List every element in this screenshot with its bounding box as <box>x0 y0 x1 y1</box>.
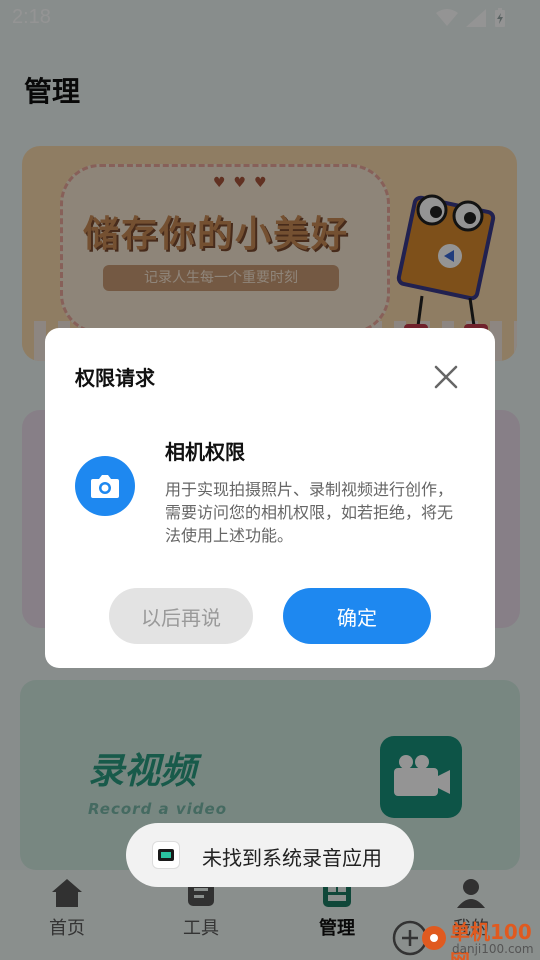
dialog-title: 权限请求 <box>75 366 155 390</box>
later-button[interactable]: 以后再说 <box>109 588 253 644</box>
app-icon <box>152 841 180 869</box>
camera-icon <box>75 456 135 516</box>
toast-message: 未找到系统录音应用 <box>126 823 414 887</box>
permission-dialog: 权限请求 相机权限 用于实现拍摄照片、录制视频进行创作，需要访问您的相机权限，如… <box>45 328 495 668</box>
toast-text: 未找到系统录音应用 <box>202 846 382 870</box>
watermark-logo-icon <box>392 920 446 956</box>
watermark-url: danji100.com <box>452 942 534 956</box>
close-icon[interactable] <box>431 362 461 392</box>
confirm-button[interactable]: 确定 <box>283 588 431 644</box>
permission-name: 相机权限 <box>165 440 245 464</box>
watermark: 单机100网 danji100.com <box>390 912 540 960</box>
permission-description: 用于实现拍摄照片、录制视频进行创作，需要访问您的相机权限，如若拒绝，将无法使用上… <box>165 480 454 545</box>
